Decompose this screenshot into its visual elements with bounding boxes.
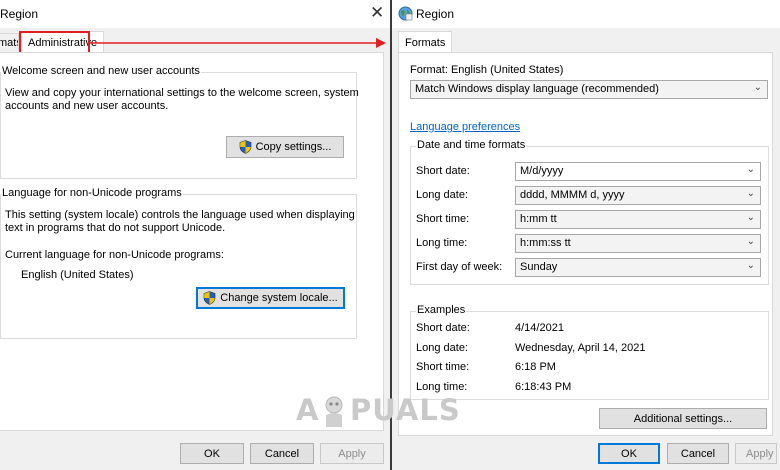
watermark: A PUALS — [296, 393, 476, 433]
watermark-a: A — [296, 393, 320, 427]
watermark-text: PUALS — [350, 393, 461, 427]
watermark-mascot-icon — [325, 396, 343, 427]
